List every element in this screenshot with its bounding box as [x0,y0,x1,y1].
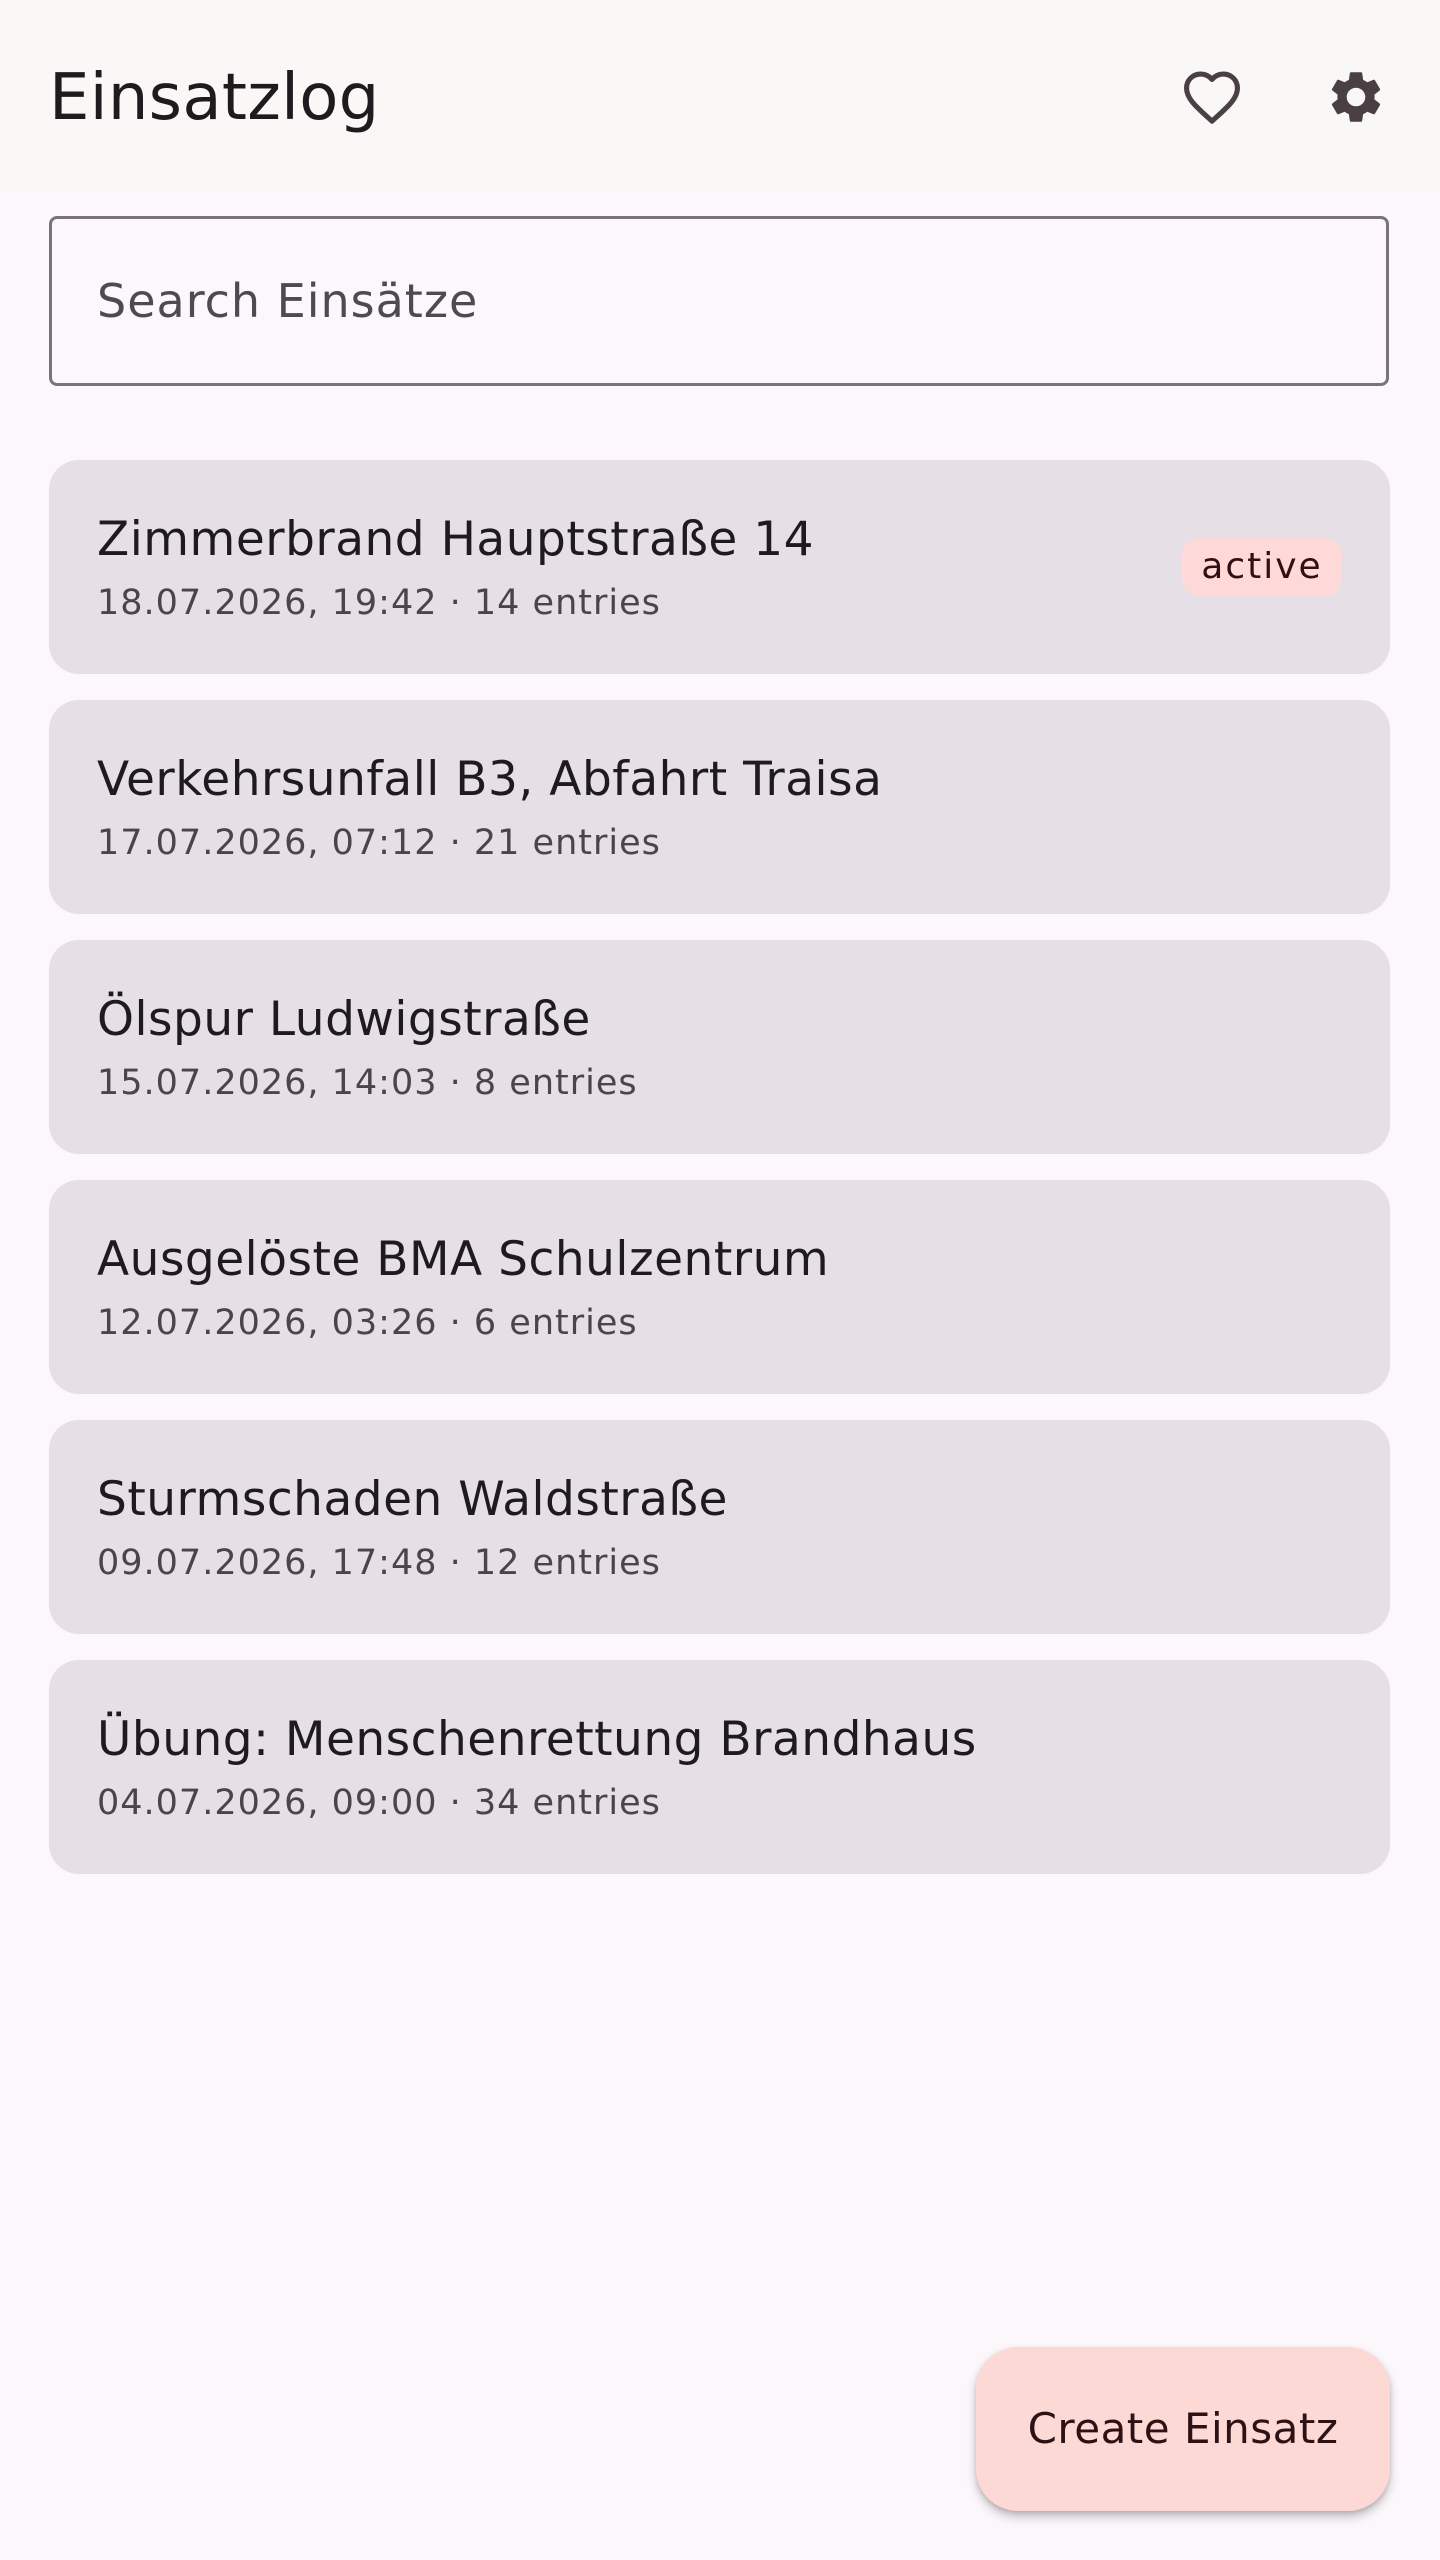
incident-subtitle: 18.07.2026, 19:42 · 14 entries [97,583,661,623]
search-input[interactable] [97,219,1337,383]
incident-card[interactable]: Ölspur Ludwigstraße 15.07.2026, 14:03 · 8… [49,940,1390,1154]
incident-card[interactable]: Verkehrsunfall B3, Abfahrt Traisa 17.07.2… [49,700,1390,914]
incident-title: Sturmschaden Waldstraße [97,1472,728,1527]
incident-title: Ölspur Ludwigstraße [97,992,591,1047]
search-field[interactable] [49,216,1389,386]
favorites-button[interactable] [1170,55,1254,139]
create-einsatz-button[interactable]: Create Einsatz [976,2347,1390,2511]
incident-card[interactable]: Ausgelöste BMA Schulzentrum 12.07.2026, 0… [49,1180,1390,1394]
incident-subtitle: 15.07.2026, 14:03 · 8 entries [97,1063,638,1103]
incident-title: Verkehrsunfall B3, Abfahrt Traisa [97,752,883,807]
incident-card[interactable]: Zimmerbrand Hauptstraße 14 18.07.2026, 19… [49,460,1390,674]
incident-subtitle: 17.07.2026, 07:12 · 21 entries [97,823,661,863]
app-title: Einsatzlog [49,61,380,135]
incident-subtitle: 04.07.2026, 09:00 · 34 entries [97,1783,661,1823]
incident-title: Übung: Menschenrettung Brandhaus [97,1712,977,1767]
incident-title: Ausgelöste BMA Schulzentrum [97,1232,830,1287]
top-app-bar: Einsatzlog [0,0,1440,190]
settings-button[interactable] [1314,55,1398,139]
incident-card[interactable]: Sturmschaden Waldstraße 09.07.2026, 17:48… [49,1420,1390,1634]
gear-icon [1325,66,1387,128]
status-badge: active [1182,538,1342,596]
incident-title: Zimmerbrand Hauptstraße 14 [97,512,815,567]
heart-outline-icon [1181,69,1243,125]
incident-subtitle: 09.07.2026, 17:48 · 12 entries [97,1543,661,1583]
incident-subtitle: 12.07.2026, 03:26 · 6 entries [97,1303,638,1343]
incident-card[interactable]: Übung: Menschenrettung Brandhaus 04.07.20… [49,1660,1390,1874]
